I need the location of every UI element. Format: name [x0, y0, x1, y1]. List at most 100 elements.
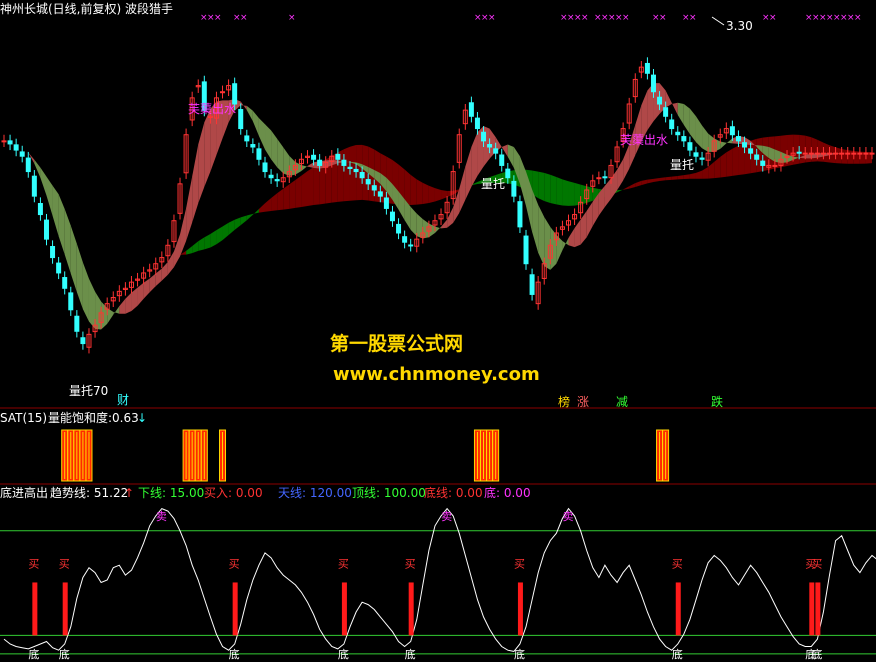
- long-trend-band-segment: [204, 233, 211, 250]
- candle-body: [851, 152, 857, 155]
- short-trend-band-segment: [167, 251, 174, 275]
- top-marker-icon: ×: [581, 13, 589, 23]
- short-trend-band-segment: [258, 118, 266, 150]
- bottom-mark: 底: [229, 647, 240, 661]
- long-trend-band-segment: [847, 150, 854, 164]
- short-trend-band-segment: [143, 278, 150, 299]
- long-trend-band-segment: [568, 181, 575, 206]
- long-trend-band-segment: [113, 252, 120, 255]
- candle-body: [814, 152, 820, 155]
- sell-mark: 卖: [156, 510, 167, 523]
- bottom-mark: 底: [405, 647, 416, 661]
- candle-body: [839, 152, 845, 155]
- long-trend-band-segment: [119, 254, 126, 256]
- candle-body: [250, 144, 256, 148]
- buy-bar: [815, 582, 821, 636]
- top-marker-icon: ×: [622, 13, 630, 23]
- short-trend-band-segment: [671, 102, 678, 116]
- long-trend-band-segment: [441, 190, 448, 200]
- candle-body: [499, 154, 505, 166]
- candle-body: [365, 179, 371, 185]
- short-trend-band-segment: [434, 226, 442, 233]
- annotation-furong-2: 芙蕖出水: [620, 133, 669, 147]
- long-trend-band-segment: [629, 183, 636, 189]
- long-trend-band-segment: [295, 175, 302, 208]
- candle-body: [62, 277, 68, 289]
- candle-body: [262, 162, 268, 173]
- candle-body: [748, 148, 754, 154]
- short-trend-band-segment: [58, 194, 65, 255]
- annotation-liangtuo-1: 量托: [481, 177, 506, 191]
- short-trend-band-segment: [562, 237, 569, 251]
- candle-body: [383, 197, 389, 209]
- short-trend-band-segment: [265, 124, 272, 160]
- long-trend-band-segment: [617, 189, 624, 193]
- long-trend-band-segment: [817, 139, 824, 162]
- short-trend-band-segment: [720, 141, 727, 149]
- long-trend-band-segment: [70, 211, 77, 221]
- short-trend-band-segment: [574, 219, 581, 248]
- candle-body: [43, 219, 49, 240]
- long-trend-band-segment: [623, 186, 630, 190]
- candle-body: [80, 337, 86, 345]
- long-trend-band-segment: [331, 152, 338, 203]
- long-trend-band-segment: [137, 257, 144, 259]
- top-marker-icon: ×: [854, 13, 862, 23]
- main-panel-title: 神州长城(日线,前复权) 波段猎手: [0, 2, 173, 16]
- long-trend-band-segment: [726, 148, 733, 177]
- top-marker-icon: ×: [689, 13, 697, 23]
- candle-body: [481, 131, 487, 142]
- candle-body: [845, 152, 851, 155]
- short-trend-band-segment: [192, 144, 199, 223]
- top-marker-icon: ×: [288, 13, 296, 23]
- short-trend-band-segment: [240, 101, 247, 111]
- long-trend-band-segment: [738, 143, 745, 176]
- candle-body: [474, 117, 480, 130]
- long-trend-band-segment: [307, 167, 314, 206]
- short-trend-band-segment: [544, 217, 551, 270]
- long-trend-band-segment: [95, 242, 102, 247]
- buy-mark: 买: [28, 558, 39, 571]
- short-trend-band-segment: [556, 234, 563, 264]
- buy-bar: [408, 582, 414, 636]
- long-trend-band-segment: [677, 175, 684, 180]
- long-trend-band-segment: [665, 176, 672, 181]
- long-trend-band-segment: [653, 178, 660, 183]
- short-trend-band-segment: [204, 108, 211, 187]
- long-trend-band-segment: [671, 175, 678, 180]
- candle-body: [820, 152, 826, 155]
- short-trend-band-segment: [173, 234, 181, 268]
- short-trend-band-segment: [52, 185, 59, 237]
- candle-body: [657, 96, 663, 105]
- long-trend-band-segment: [101, 246, 108, 250]
- sat-indicator-name: SAT(15): [0, 411, 48, 425]
- long-trend-band-segment: [562, 179, 569, 206]
- long-trend-band-segment: [76, 220, 83, 230]
- short-trend-band-segment: [277, 138, 284, 174]
- candle-body: [529, 274, 535, 295]
- candle-body: [19, 151, 25, 157]
- long-trend-band-segment: [659, 177, 666, 181]
- candle-body: [244, 135, 250, 142]
- long-trend-band-segment: [416, 179, 423, 205]
- short-trend-band-segment: [708, 133, 715, 152]
- candle-body: [863, 152, 869, 155]
- short-trend-band-segment: [586, 201, 593, 238]
- candle-body: [857, 152, 863, 155]
- short-trend-band-segment: [88, 278, 96, 329]
- candle-body: [505, 168, 511, 179]
- top-marker-icon: ×: [240, 13, 248, 23]
- annotation-liangtuo-70: 量托70: [69, 384, 109, 398]
- event-tag-die: 跌: [711, 395, 724, 409]
- short-trend-band-segment: [538, 204, 545, 267]
- candle-body: [742, 142, 748, 148]
- long-trend-band-segment: [289, 179, 296, 209]
- short-trend-band-segment: [252, 110, 259, 136]
- short-trend-band-segment: [161, 261, 168, 281]
- long-trend-band-segment: [550, 174, 557, 205]
- long-trend-band-segment: [702, 166, 709, 179]
- candle-body: [669, 119, 675, 130]
- long-trend-band-segment: [88, 236, 96, 243]
- short-trend-band-segment: [131, 287, 138, 312]
- candle-body: [808, 152, 814, 155]
